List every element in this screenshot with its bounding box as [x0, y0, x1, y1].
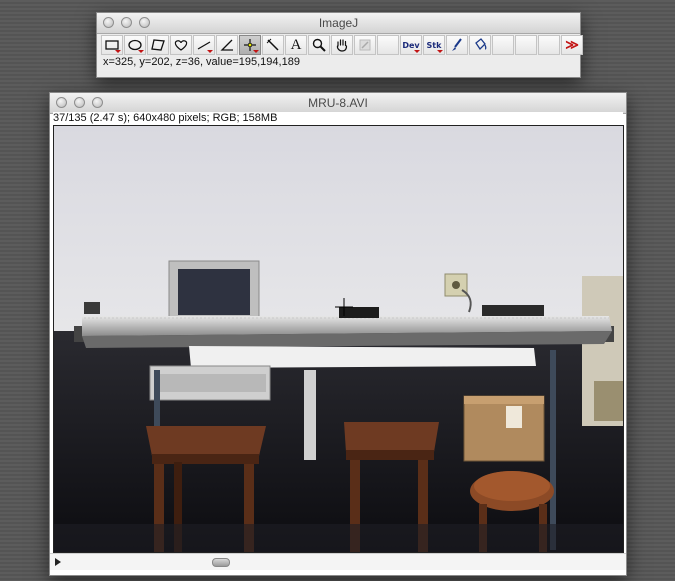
- polygon-icon: [151, 39, 165, 51]
- polygon-tool[interactable]: [147, 35, 169, 55]
- video-frame-photo: [54, 126, 623, 552]
- empty-slot-2: [492, 35, 514, 55]
- dev-tool[interactable]: Dev: [400, 35, 422, 55]
- angle-icon: [220, 39, 233, 51]
- line-tool[interactable]: [193, 35, 215, 55]
- stk-tool[interactable]: Stk: [423, 35, 445, 55]
- empty-slot-1: [377, 35, 399, 55]
- heart-freehand-icon: [174, 40, 188, 51]
- bucket-icon: [475, 38, 487, 51]
- hand-icon: [336, 39, 348, 52]
- close-button[interactable]: [103, 17, 114, 28]
- angle-tool[interactable]: [216, 35, 238, 55]
- movie-window: MRU-8.AVI 37/135 (2.47 s); 640x480 pixel…: [49, 92, 627, 576]
- tool-bar: A Dev Stk ≫: [101, 35, 584, 55]
- image-info: 37/135 (2.47 s); 640x480 pixels; RGB; 15…: [53, 112, 623, 125]
- scrollbar-thumb[interactable]: [212, 558, 230, 567]
- image-canvas[interactable]: [53, 125, 624, 553]
- zoom-button[interactable]: [139, 17, 150, 28]
- window-controls: [56, 97, 103, 108]
- frame-scrollbar[interactable]: [50, 553, 626, 570]
- imagej-title: ImageJ: [318, 16, 359, 30]
- text-a-icon: A: [290, 36, 302, 53]
- freehand-tool[interactable]: [170, 35, 192, 55]
- play-icon[interactable]: [55, 558, 61, 566]
- minimize-button[interactable]: [121, 17, 132, 28]
- magnifier-icon: [312, 38, 326, 52]
- brush-tool[interactable]: [446, 35, 468, 55]
- imagej-titlebar[interactable]: ImageJ: [97, 13, 580, 34]
- movie-title: MRU-8.AVI: [308, 96, 368, 110]
- wand-tool[interactable]: [262, 35, 284, 55]
- brush-icon: [452, 38, 462, 51]
- double-chevron-right-icon: ≫: [565, 37, 579, 52]
- magnifier-tool[interactable]: [308, 35, 330, 55]
- rectangle-tool[interactable]: [101, 35, 123, 55]
- close-button[interactable]: [56, 97, 67, 108]
- zoom-button[interactable]: [92, 97, 103, 108]
- oval-tool[interactable]: [124, 35, 146, 55]
- movie-titlebar[interactable]: MRU-8.AVI: [50, 93, 626, 114]
- empty-slot-4: [538, 35, 560, 55]
- dropper-tool[interactable]: [354, 35, 376, 55]
- wand-icon: [266, 38, 279, 51]
- point-tool[interactable]: [239, 35, 261, 55]
- dev-label: Dev: [402, 40, 420, 50]
- stk-label: Stk: [426, 40, 442, 50]
- dropper-icon: [359, 39, 371, 51]
- minimize-button[interactable]: [74, 97, 85, 108]
- hand-tool[interactable]: [331, 35, 353, 55]
- status-readout: x=325, y=202, z=36, value=195,194,189: [103, 56, 300, 68]
- more-tools[interactable]: ≫: [561, 35, 583, 55]
- imagej-window: ImageJ A Dev Stk ≫ x=325, y=202, z=36, v…: [96, 12, 584, 78]
- flood-fill-tool[interactable]: [469, 35, 491, 55]
- text-tool[interactable]: A: [285, 35, 307, 55]
- window-controls: [103, 17, 150, 28]
- empty-slot-3: [515, 35, 537, 55]
